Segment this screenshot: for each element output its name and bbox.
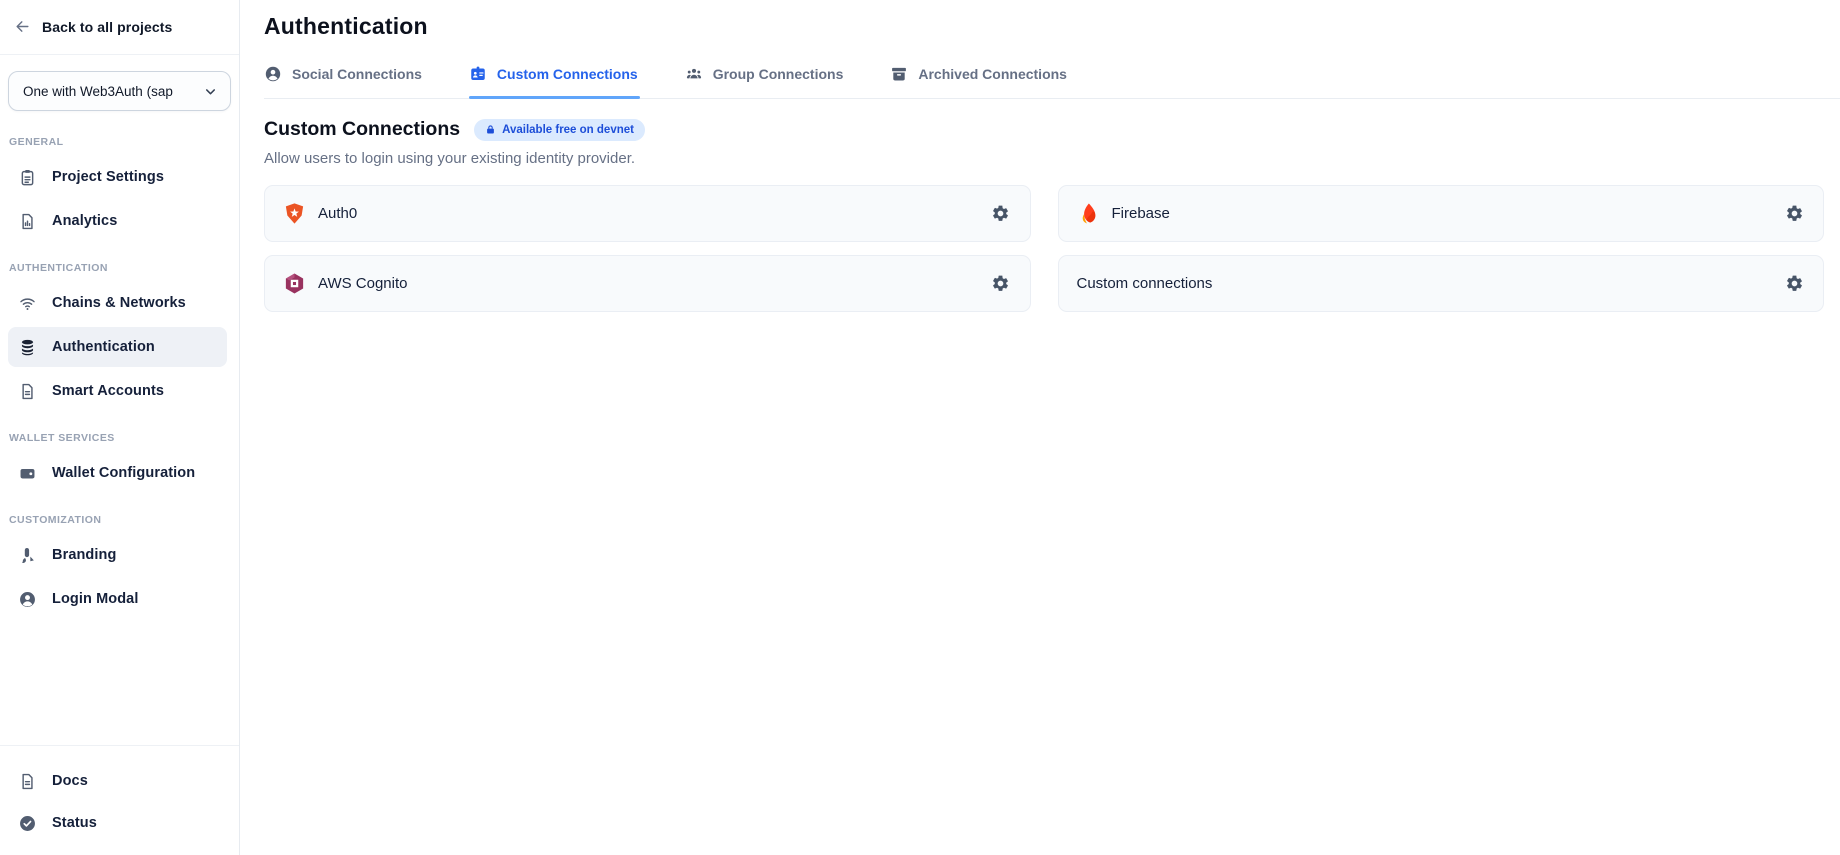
project-selector-value: One with Web3Auth (sap	[23, 84, 195, 99]
tab-bar: Social Connections Custom Connections Gr…	[264, 63, 1840, 99]
gear-icon	[1785, 204, 1804, 223]
devnet-badge-label: Available free on devnet	[502, 124, 634, 136]
clipboard-icon	[18, 168, 37, 187]
sidebar-item-label: Chains & Networks	[52, 295, 186, 311]
chevron-down-icon	[203, 84, 218, 99]
app-window: Back to all projects One with Web3Auth (…	[0, 0, 1840, 855]
paint-brush-icon	[18, 546, 37, 565]
sidebar-item-status[interactable]: Status	[8, 803, 227, 843]
tab-label: Social Connections	[292, 66, 422, 82]
check-circle-icon	[18, 814, 37, 833]
gear-icon	[991, 204, 1010, 223]
user-group-icon	[685, 65, 703, 83]
sidebar-item-label: Project Settings	[52, 169, 164, 185]
connection-name: Custom connections	[1077, 275, 1778, 292]
user-circle-icon	[18, 590, 37, 609]
project-selector-dropdown[interactable]: One with Web3Auth (sap	[8, 71, 231, 111]
back-label: Back to all projects	[42, 19, 172, 35]
firebase-logo	[1077, 202, 1100, 225]
sidebar-nav: GENERAL Project Settings Analytics AUTHE…	[0, 111, 239, 855]
sidebar-item-label: Docs	[52, 773, 88, 789]
page-title: Authentication	[264, 13, 1840, 40]
arrow-left-icon	[14, 18, 31, 35]
custom-connections-panel: Custom Connections Available free on dev…	[264, 99, 1840, 312]
auth0-settings-button[interactable]	[984, 197, 1018, 231]
connection-name: Auth0	[318, 205, 984, 222]
connection-card-auth0[interactable]: Auth0	[264, 185, 1031, 242]
sidebar-item-label: Authentication	[52, 339, 155, 355]
section-label-authentication: AUTHENTICATION	[9, 262, 229, 274]
connection-name: AWS Cognito	[318, 275, 984, 292]
section-label-customization: CUSTOMIZATION	[9, 514, 229, 526]
sidebar-item-project-settings[interactable]: Project Settings	[8, 157, 227, 197]
sidebar-item-label: Wallet Configuration	[52, 465, 195, 481]
section-label-general: GENERAL	[9, 136, 229, 148]
tab-custom-connections[interactable]: Custom Connections	[469, 63, 640, 98]
section-heading: Custom Connections	[264, 118, 460, 141]
database-stack-icon	[18, 338, 37, 357]
devnet-badge: Available free on devnet	[474, 119, 645, 141]
sidebar-item-label: Smart Accounts	[52, 383, 164, 399]
sidebar: Back to all projects One with Web3Auth (…	[0, 0, 240, 855]
sidebar-item-login-modal[interactable]: Login Modal	[8, 579, 227, 619]
document-icon	[18, 382, 37, 401]
sidebar-footer: Docs Status	[0, 745, 239, 855]
sidebar-item-smart-accounts[interactable]: Smart Accounts	[8, 371, 227, 411]
gear-icon	[991, 274, 1010, 293]
connection-card-aws-cognito[interactable]: AWS Cognito	[264, 255, 1031, 312]
connection-name: Firebase	[1112, 205, 1778, 222]
sidebar-item-chains-networks[interactable]: Chains & Networks	[8, 283, 227, 323]
sidebar-item-authentication[interactable]: Authentication	[8, 327, 227, 367]
sidebar-item-docs[interactable]: Docs	[8, 761, 227, 801]
connection-cards-grid: Auth0 Firebase	[264, 185, 1824, 312]
wallet-icon	[18, 464, 37, 483]
sidebar-item-label: Login Modal	[52, 591, 138, 607]
tab-social-connections[interactable]: Social Connections	[264, 63, 424, 98]
aws-cognito-settings-button[interactable]	[984, 267, 1018, 301]
custom-connections-settings-button[interactable]	[1777, 267, 1811, 301]
lock-icon	[485, 124, 496, 135]
section-description: Allow users to login using your existing…	[264, 150, 1824, 167]
aws-cognito-logo	[283, 272, 306, 295]
sidebar-item-analytics[interactable]: Analytics	[8, 201, 227, 241]
id-badge-icon	[469, 65, 487, 83]
tab-label: Custom Connections	[497, 66, 638, 82]
user-circle-icon	[264, 65, 282, 83]
wifi-icon	[18, 294, 37, 313]
tab-label: Group Connections	[713, 66, 844, 82]
firebase-settings-button[interactable]	[1777, 197, 1811, 231]
archive-box-icon	[890, 65, 908, 83]
sidebar-item-wallet-configuration[interactable]: Wallet Configuration	[8, 453, 227, 493]
analytics-doc-icon	[18, 212, 37, 231]
back-to-projects-link[interactable]: Back to all projects	[0, 0, 239, 55]
document-icon	[18, 772, 37, 791]
connection-card-firebase[interactable]: Firebase	[1058, 185, 1825, 242]
section-label-wallet-services: WALLET SERVICES	[9, 432, 229, 444]
auth0-logo	[283, 202, 306, 225]
sidebar-item-branding[interactable]: Branding	[8, 535, 227, 575]
sidebar-spacer	[0, 621, 239, 745]
tab-group-connections[interactable]: Group Connections	[685, 63, 846, 98]
gear-icon	[1785, 274, 1804, 293]
tab-archived-connections[interactable]: Archived Connections	[890, 63, 1069, 98]
connection-card-custom[interactable]: Custom connections	[1058, 255, 1825, 312]
sidebar-item-label: Branding	[52, 547, 116, 563]
tab-label: Archived Connections	[918, 66, 1067, 82]
sidebar-item-label: Status	[52, 815, 97, 831]
sidebar-item-label: Analytics	[52, 213, 117, 229]
main-content: Authentication Social Connections Custom…	[240, 0, 1840, 855]
